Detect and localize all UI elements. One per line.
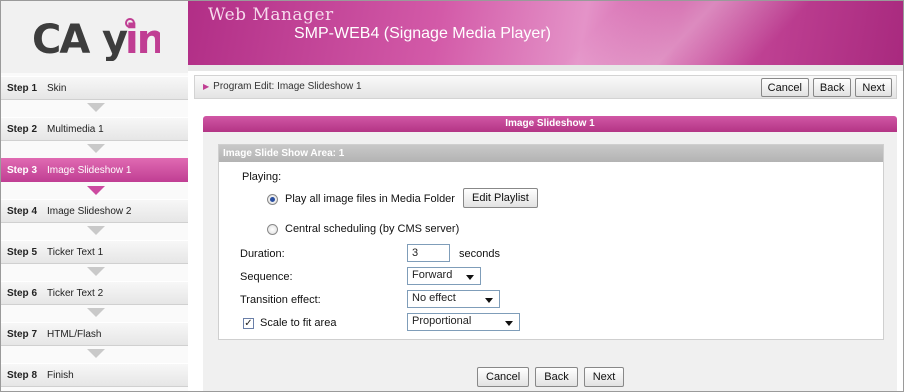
step-arrow-icon [87, 349, 105, 358]
sequence-label: Sequence: [240, 271, 293, 283]
area-title: Image Slide Show Area: 1 [219, 145, 883, 162]
cms-label: Central scheduling (by CMS server) [285, 223, 460, 235]
toolbar-buttons: Cancel Back Next [760, 78, 892, 97]
bottom-back-button[interactable]: Back [535, 367, 578, 387]
sequence-value: Forward [412, 269, 453, 281]
playing-label: Playing: [242, 171, 282, 183]
step-arrow-icon [87, 226, 105, 235]
breadcrumb-text: Program Edit: Image Slideshow 1 [213, 81, 362, 92]
toolbar: ▶ Program Edit: Image Slideshow 1 Cancel … [194, 75, 897, 99]
scale-label: Scale to fit area [260, 317, 337, 329]
back-button[interactable]: Back [812, 78, 852, 97]
app-frame: CA y in Step 1 Skin Step 2 Multimedia 1 … [0, 0, 904, 392]
next-button[interactable]: Next [855, 78, 892, 97]
svg-text:CA: CA [32, 17, 90, 61]
step-label: Finish [47, 369, 74, 381]
chevron-down-icon [466, 275, 474, 280]
logo-area: CA y in [1, 1, 188, 73]
step-label: Multimedia 1 [47, 123, 104, 135]
bottom-next-button[interactable]: Next [583, 367, 625, 387]
scale-value: Proportional [412, 315, 472, 327]
banner-title: Web Manager [208, 5, 334, 25]
step-label: Skin [47, 82, 67, 94]
media-folder-label: Play all image files in Media Folder [285, 193, 455, 205]
step-sidebar: Step 1 Skin Step 2 Multimedia 1 Step 3 I… [1, 73, 188, 391]
step-label: HTML/Flash [47, 328, 102, 340]
bottom-cancel-button[interactable]: Cancel [477, 367, 530, 387]
step-item-ticker-text-1[interactable]: Step 5 Ticker Text 1 [1, 240, 188, 276]
chevron-down-icon [485, 298, 493, 303]
duration-unit: seconds [459, 248, 500, 260]
transition-label: Transition effect: [240, 294, 321, 306]
sequence-select[interactable]: Forward [407, 267, 481, 285]
panel-title: Image Slideshow 1 [203, 116, 897, 132]
step-arrow-icon [87, 144, 105, 153]
step-arrow-icon [87, 308, 105, 317]
svg-text:in: in [125, 17, 160, 61]
step-number: Step 4 [7, 205, 38, 217]
bottom-buttons: Cancel Back Next [477, 367, 625, 387]
media-folder-radio[interactable] [267, 194, 278, 205]
step-item-image-slideshow-2[interactable]: Step 4 Image Slideshow 2 [1, 199, 188, 235]
step-item-html-flash[interactable]: Step 7 HTML/Flash [1, 322, 188, 358]
step-arrow-icon [87, 267, 105, 276]
step-arrow-icon [87, 186, 105, 195]
step-number: Step 5 [7, 246, 38, 258]
edit-playlist-button[interactable]: Edit Playlist [463, 188, 538, 208]
header-banner: Web Manager SMP-WEB4 (Signage Media Play… [188, 1, 903, 65]
cancel-button[interactable]: Cancel [760, 78, 809, 97]
transition-value: No effect [412, 292, 456, 304]
breadcrumb: ▶ Program Edit: Image Slideshow 1 [203, 81, 362, 92]
step-number: Step 8 [7, 369, 38, 381]
step-item-image-slideshow-1[interactable]: Step 3 Image Slideshow 1 [1, 158, 188, 195]
step-number: Step 1 [7, 82, 38, 94]
step-item-skin[interactable]: Step 1 Skin [1, 76, 188, 112]
step-item-ticker-text-2[interactable]: Step 6 Ticker Text 2 [1, 281, 188, 317]
cayin-logo: CA y in [30, 13, 160, 61]
cms-radio[interactable] [267, 224, 278, 235]
duration-label: Duration: [240, 248, 285, 260]
step-label: Ticker Text 2 [47, 287, 104, 299]
settings-panel: Image Slide Show Area: 1 Playing: Play a… [203, 132, 897, 391]
duration-input[interactable]: 3 [407, 244, 450, 262]
scale-checkbox[interactable]: ✓ [243, 318, 254, 329]
breadcrumb-arrow-icon: ▶ [203, 82, 210, 91]
step-number: Step 3 [7, 164, 38, 176]
scale-select[interactable]: Proportional [407, 313, 520, 331]
header-divider [188, 65, 903, 71]
transition-select[interactable]: No effect [407, 290, 500, 308]
step-arrow-icon [87, 103, 105, 112]
step-item-finish[interactable]: Step 8 Finish [1, 363, 188, 387]
step-label: Ticker Text 1 [47, 246, 104, 258]
step-item-multimedia-1[interactable]: Step 2 Multimedia 1 [1, 117, 188, 153]
step-number: Step 7 [7, 328, 38, 340]
banner-subtitle: SMP-WEB4 (Signage Media Player) [294, 25, 551, 42]
area-box: Image Slide Show Area: 1 Playing: Play a… [218, 144, 884, 340]
step-number: Step 6 [7, 287, 38, 299]
step-label: Image Slideshow 1 [47, 164, 132, 176]
chevron-down-icon [505, 321, 513, 326]
step-number: Step 2 [7, 123, 38, 135]
step-label: Image Slideshow 2 [47, 205, 132, 217]
